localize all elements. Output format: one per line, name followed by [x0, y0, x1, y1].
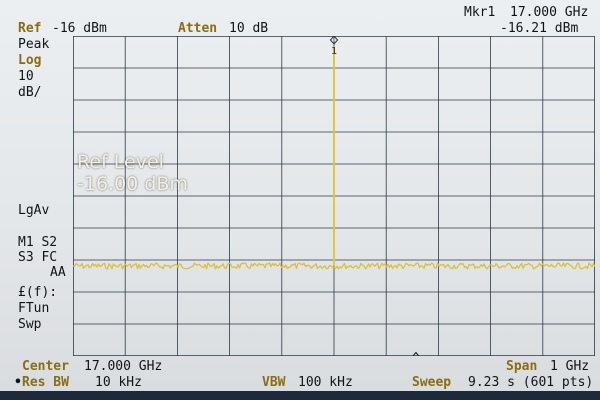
marker-frequency: 17.000 GHz [510, 5, 589, 20]
ref-label: Ref [18, 21, 42, 36]
spectrum-analyzer-screen: Ref -16 dBm Atten 10 dB Mkr1 17.000 GHz … [0, 0, 600, 400]
detector-mode: Peak [18, 37, 50, 52]
correction-function: £(f): [18, 285, 58, 300]
trace-m1-s2: M1 S2 [18, 235, 58, 250]
atten-label: Atten [178, 21, 218, 36]
vbw-label: VBW [262, 375, 286, 390]
res-bw-label: Res BW [22, 375, 69, 390]
center-value: 17.000 GHz [84, 359, 163, 374]
center-label: Center [22, 359, 69, 374]
average-mode: LgAv [18, 203, 50, 218]
sweep-label: Sweep [412, 375, 452, 390]
res-bw-marker-icon: • [14, 375, 22, 390]
ref-value: -16 dBm [52, 21, 107, 36]
sweep-value: 9.23 s (601 pts) [468, 375, 594, 390]
marker-level: -16.21 dBm [500, 21, 579, 36]
scale-value: 10 [18, 69, 34, 84]
vbw-value: 100 kHz [298, 375, 353, 390]
status-strip [0, 391, 600, 400]
scale-unit: dB/ [18, 85, 42, 100]
marker-number: 1 [331, 46, 337, 57]
ref-level-value: -16.00 dBm [77, 173, 188, 195]
span-value: 1 GHz [550, 359, 590, 374]
res-bw-value: 10 kHz [95, 375, 142, 390]
marker-label: Mkr1 [464, 5, 496, 20]
trace-s3-fc: S3 FC [18, 250, 58, 265]
trace-aa: AA [50, 265, 66, 280]
ftun-label: FTun [18, 301, 50, 316]
sweep-caret: ^ [412, 351, 420, 366]
ref-level-overlay: Ref Level -16.00 dBm [77, 151, 188, 195]
ref-level-title: Ref Level [77, 151, 164, 173]
span-label: Span [506, 359, 538, 374]
sweep-short-label: Swp [18, 317, 42, 332]
atten-value: 10 dB [229, 21, 269, 36]
spectrum-graticule: 1 [73, 36, 595, 356]
scale-type: Log [18, 53, 42, 68]
